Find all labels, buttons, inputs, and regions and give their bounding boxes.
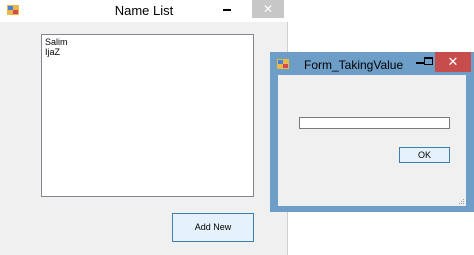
name-list-window: Name List ✕ Salim IjaZ Add New	[0, 0, 288, 255]
minimize-button[interactable]	[214, 0, 241, 18]
ok-button[interactable]: OK	[399, 147, 450, 163]
close-button[interactable]: ✕	[252, 0, 284, 18]
dialog-title-bar: Form_TakingValue ✕	[270, 52, 474, 76]
list-item[interactable]: Salim	[42, 37, 253, 47]
add-new-button[interactable]: Add New	[172, 213, 254, 242]
dialog-close-button[interactable]: ✕	[435, 52, 471, 72]
value-input[interactable]	[299, 117, 450, 129]
dialog-client-area: OK	[278, 75, 466, 206]
app-icon	[277, 59, 289, 69]
resize-grip-icon[interactable]	[459, 199, 464, 204]
title-bar: Name List ✕	[0, 0, 288, 22]
names-listbox[interactable]: Salim IjaZ	[41, 34, 254, 197]
maximize-button[interactable]	[241, 0, 252, 18]
dialog-title: Form_TakingValue	[304, 58, 404, 72]
dialog-minimize-button[interactable]	[416, 62, 424, 64]
list-item[interactable]: IjaZ	[42, 47, 253, 57]
form-taking-value-window: Form_TakingValue ✕ OK	[270, 52, 474, 212]
dialog-maximize-button[interactable]	[424, 57, 433, 65]
